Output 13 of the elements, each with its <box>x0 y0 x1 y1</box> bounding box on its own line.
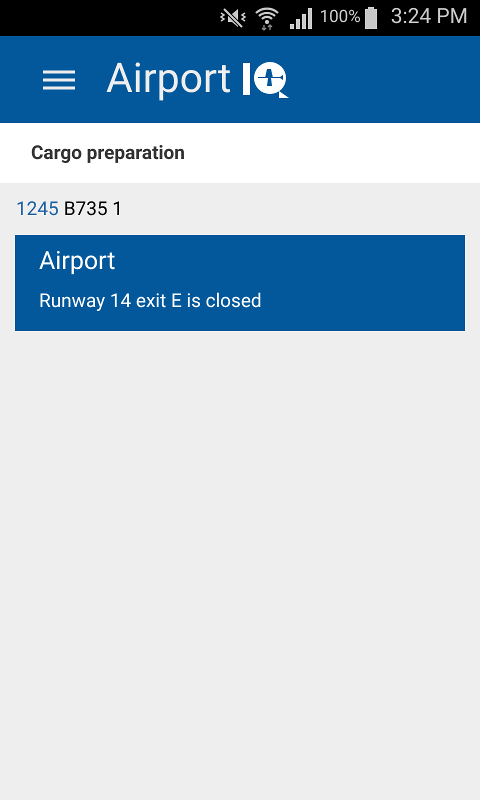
app-title: Airport <box>106 59 232 100</box>
alert-title: Airport <box>39 247 116 277</box>
flight-detail: B735 1 <box>64 196 123 222</box>
alert-message: Runway 14 exit E is closed <box>39 288 262 314</box>
clock: 3:24 PM <box>390 4 468 32</box>
battery-percent: 100% <box>320 6 361 30</box>
menu-icon[interactable] <box>43 70 75 90</box>
battery-icon <box>364 7 377 29</box>
signal-icon <box>288 7 312 29</box>
wifi-icon <box>254 5 280 31</box>
section-title: Cargo preparation <box>31 140 185 166</box>
flight-number-link[interactable]: 1245 <box>16 194 59 224</box>
mute-icon <box>220 7 246 29</box>
